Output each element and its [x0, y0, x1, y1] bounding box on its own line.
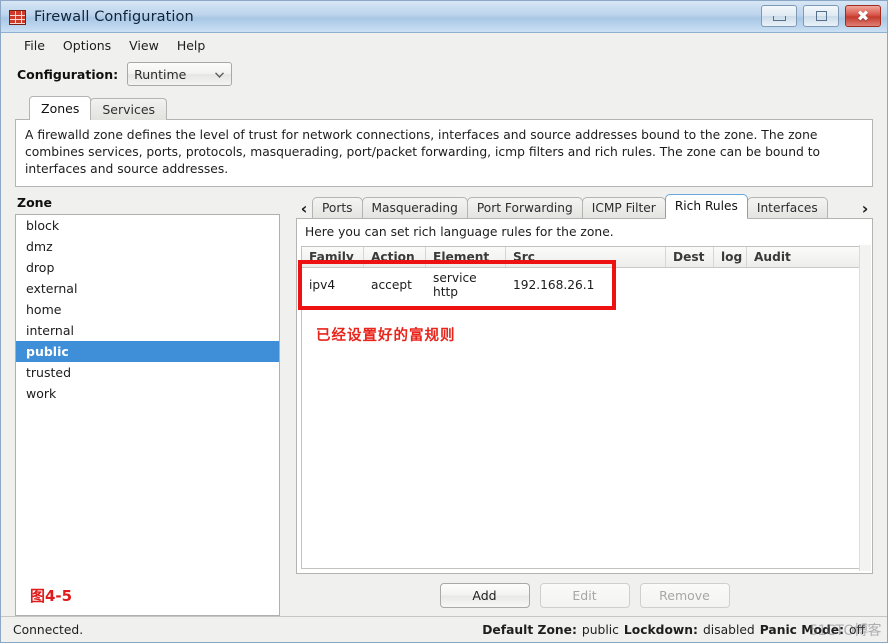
rich-rules-panel: Here you can set rich language rules for… — [296, 218, 873, 574]
zone-item-work[interactable]: work — [16, 383, 279, 404]
configuration-label: Configuration: — [17, 66, 119, 82]
minimize-button[interactable] — [761, 5, 797, 27]
configuration-selected-value: Runtime — [134, 66, 187, 82]
menu-file[interactable]: File — [15, 36, 54, 55]
panic-mode-value: off — [849, 622, 865, 637]
zone-list-header: Zone — [17, 195, 53, 210]
rule-action-buttons: Add Edit Remove — [296, 574, 873, 616]
default-zone-label: Default Zone: — [482, 622, 577, 637]
panic-mode-label: Panic Mode: — [759, 622, 844, 637]
main-tab-bar: Zones Services — [15, 96, 873, 120]
rules-scrollbar[interactable] — [859, 245, 871, 571]
status-details: Default Zone: public Lockdown: disabled … — [482, 623, 877, 637]
cell-action: accept — [371, 278, 412, 292]
add-button[interactable]: Add — [439, 582, 530, 608]
configuration-select[interactable]: Runtime — [127, 62, 233, 86]
status-bar: Connected. Default Zone: public Lockdown… — [1, 616, 887, 642]
title-bar: Firewall Configuration ✖ — [1, 1, 887, 33]
cell-log — [714, 268, 747, 302]
zone-item-external[interactable]: external — [16, 278, 279, 299]
table-body: ipv4 accept service http 192.168.26.1 已经… — [298, 260, 867, 568]
rich-rules-hint: Here you can set rich language rules for… — [305, 225, 614, 239]
cell-src: 192.168.26.1 — [513, 278, 595, 292]
zone-item-dmz[interactable]: dmz — [16, 236, 279, 257]
column-header-audit[interactable]: Audit — [747, 247, 847, 267]
table-row[interactable]: ipv4 accept service http 192.168.26.1 — [302, 268, 867, 302]
cell-audit — [747, 268, 847, 302]
chevron-down-icon — [215, 72, 225, 78]
menu-view[interactable]: View — [120, 36, 168, 55]
sub-tab-bar: ‹ Ports Masquerading Port Forwarding ICM… — [296, 194, 873, 219]
column-header-family[interactable]: Family — [302, 247, 364, 267]
zone-list[interactable]: block dmz drop external home internal pu… — [15, 214, 280, 616]
lockdown-label: Lockdown: — [623, 622, 698, 637]
edit-button: Edit — [539, 582, 630, 608]
zone-item-trusted[interactable]: trusted — [16, 362, 279, 383]
tab-rich-rules[interactable]: Rich Rules — [664, 194, 748, 219]
cell-dest — [666, 268, 714, 302]
menu-help[interactable]: Help — [168, 36, 215, 55]
zone-description: A firewalld zone defines the level of tr… — [15, 119, 873, 187]
menu-bar: File Options View Help — [1, 33, 887, 57]
main-content: Zones Services A firewalld zone defines … — [1, 91, 887, 616]
menu-options[interactable]: Options — [54, 36, 120, 55]
column-header-log[interactable]: log — [714, 247, 747, 267]
tab-interfaces[interactable]: Interfaces — [746, 197, 828, 219]
close-button[interactable]: ✖ — [845, 5, 881, 27]
column-header-dest[interactable]: Dest — [666, 247, 714, 267]
tab-ports[interactable]: Ports — [312, 197, 363, 219]
remove-button: Remove — [639, 582, 730, 608]
cell-family: ipv4 — [309, 278, 336, 292]
zone-item-internal[interactable]: internal — [16, 320, 279, 341]
rich-rules-table: Family Action Element Src Dest log Audit… — [298, 246, 868, 569]
lockdown-value: disabled — [702, 622, 755, 637]
default-zone-value: public — [581, 622, 619, 637]
window-title: Firewall Configuration — [34, 8, 194, 25]
zone-item-public[interactable]: public — [16, 341, 279, 362]
cell-element: service http — [433, 271, 477, 299]
window-controls: ✖ — [761, 5, 881, 27]
close-icon: ✖ — [856, 6, 870, 25]
column-header-element[interactable]: Element — [426, 247, 506, 267]
content-split: Zone block dmz drop external home intern… — [15, 194, 873, 616]
scroll-right-icon[interactable]: › — [857, 197, 873, 219]
tab-icmp-filter[interactable]: ICMP Filter — [581, 197, 666, 219]
firewall-configuration-window: Firewall Configuration ✖ File Options Vi… — [0, 0, 888, 643]
annotation-text: 已经设置好的富规则 — [316, 328, 456, 344]
zone-item-drop[interactable]: drop — [16, 257, 279, 278]
table-header-row: Family Action Element Src Dest log Audit — [302, 247, 867, 268]
zone-column: Zone block dmz drop external home intern… — [15, 195, 280, 616]
zone-item-home[interactable]: home — [16, 299, 279, 320]
zone-item-block[interactable]: block — [16, 215, 279, 236]
maximize-button[interactable] — [803, 5, 839, 27]
connection-status: Connected. — [13, 622, 84, 637]
minimize-icon — [772, 16, 786, 21]
firewall-brick-icon — [9, 8, 27, 26]
column-header-action[interactable]: Action — [364, 247, 426, 267]
tab-services[interactable]: Services — [90, 98, 168, 120]
scroll-left-icon[interactable]: ‹ — [296, 197, 312, 219]
tab-zones[interactable]: Zones — [29, 96, 92, 120]
rules-column: ‹ Ports Masquerading Port Forwarding ICM… — [296, 194, 873, 616]
configuration-row: Configuration: Runtime — [1, 57, 887, 91]
maximize-icon — [815, 11, 827, 21]
figure-label: 图4-5 — [30, 587, 73, 605]
column-header-src[interactable]: Src — [506, 247, 666, 267]
tab-port-forwarding[interactable]: Port Forwarding — [466, 197, 583, 219]
tab-masquerading[interactable]: Masquerading — [361, 197, 468, 219]
